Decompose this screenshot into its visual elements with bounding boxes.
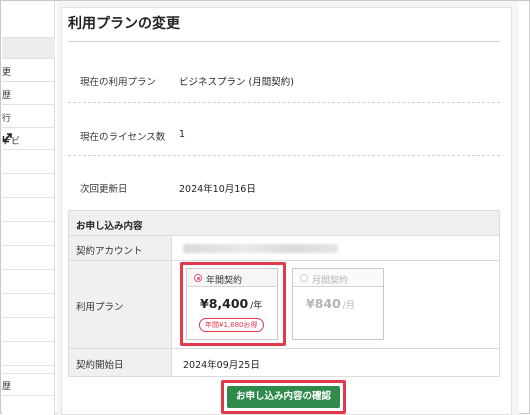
account-value-redacted [183,244,338,253]
monthly-plan-radio[interactable] [300,274,308,282]
renewal-date-label: 次回更新日 [80,184,128,195]
sidebar-item[interactable] [2,198,55,222]
sidebar-item[interactable] [2,270,55,294]
sidebar-item[interactable] [2,366,55,374]
sidebar-item-label: 行 [2,114,12,124]
sidebar-item-label: 更 [2,68,12,78]
plan-label: 利用プラン [69,261,172,348]
monthly-plan-header: 月間契約 [293,269,383,287]
order-details-header: お申し込み内容 [69,211,499,236]
sidebar: 更 歴 行 ナビ 歴 [2,1,55,415]
sidebar-item[interactable]: 歴 [2,82,55,105]
table-row-start-date: 契約開始日 2024年09月25日 [69,349,499,376]
sidebar-item[interactable] [2,396,55,415]
sidebar-item[interactable]: 歴 [2,374,55,396]
plan-change-card: 利用プランの変更 現在の利用プラン ビジネスプラン (月間契約) 現在のライセン… [61,7,512,415]
start-date-label: 契約開始日 [69,349,172,376]
monthly-plan-option[interactable]: 月間契約 ¥840/月 [292,268,384,340]
renewal-date-value: 2024年10月16日 [179,184,256,195]
sidebar-item-label: 歴 [2,91,12,101]
confirm-order-button[interactable]: お申し込み内容の確認 [227,386,340,408]
sidebar-item[interactable]: 行 [2,105,55,128]
order-details-table: お申し込み内容 契約アカウント 利用プラン 年間契約 ¥8,400/年 年間¥1… [68,210,500,377]
external-link-icon [2,132,13,146]
sidebar-item[interactable] [2,294,55,318]
sidebar-item[interactable]: ナビ [2,128,55,150]
sidebar-item-active[interactable] [2,38,55,59]
account-label: 契約アカウント [69,236,172,260]
current-license-label: 現在のライセンス数 [80,132,166,143]
row-divider [68,155,500,156]
monthly-plan-unit: /月 [342,301,355,311]
main-panel: 利用プランの変更 現在の利用プラン ビジネスプラン (月間契約) 現在のライセン… [57,1,519,415]
current-plan-value: ビジネスプラン (月間契約) [179,77,294,88]
current-license-value: 1 [179,129,186,140]
sidebar-item[interactable] [2,1,55,38]
monthly-plan-price-line: ¥840/月 [306,296,355,311]
table-row-plan: 利用プラン 年間契約 ¥8,400/年 年間¥1,680お得 月間契約 ¥840… [69,261,499,349]
annual-option-highlight [180,262,286,346]
sidebar-item[interactable]: 更 [2,59,55,82]
title-divider [68,41,500,42]
app-window: 更 歴 行 ナビ 歴 利用プランの変更 現在の利用プラン ビジネスプラン (月間… [0,0,530,415]
sidebar-item[interactable] [2,246,55,270]
current-plan-label: 現在の利用プラン [80,77,157,88]
sidebar-item[interactable] [2,342,55,366]
page-title: 利用プランの変更 [68,16,180,32]
monthly-plan-label: 月間契約 [312,276,349,286]
sidebar-item[interactable] [2,318,55,342]
row-divider [68,102,500,103]
sidebar-item[interactable] [2,150,55,174]
sidebar-item[interactable] [2,222,55,246]
monthly-plan-price: ¥840 [306,296,341,311]
start-date-value: 2024年09月25日 [183,360,260,371]
sidebar-item-label: 歴 [2,382,12,392]
sidebar-item[interactable] [2,174,55,198]
table-row-account: 契約アカウント [69,236,499,261]
